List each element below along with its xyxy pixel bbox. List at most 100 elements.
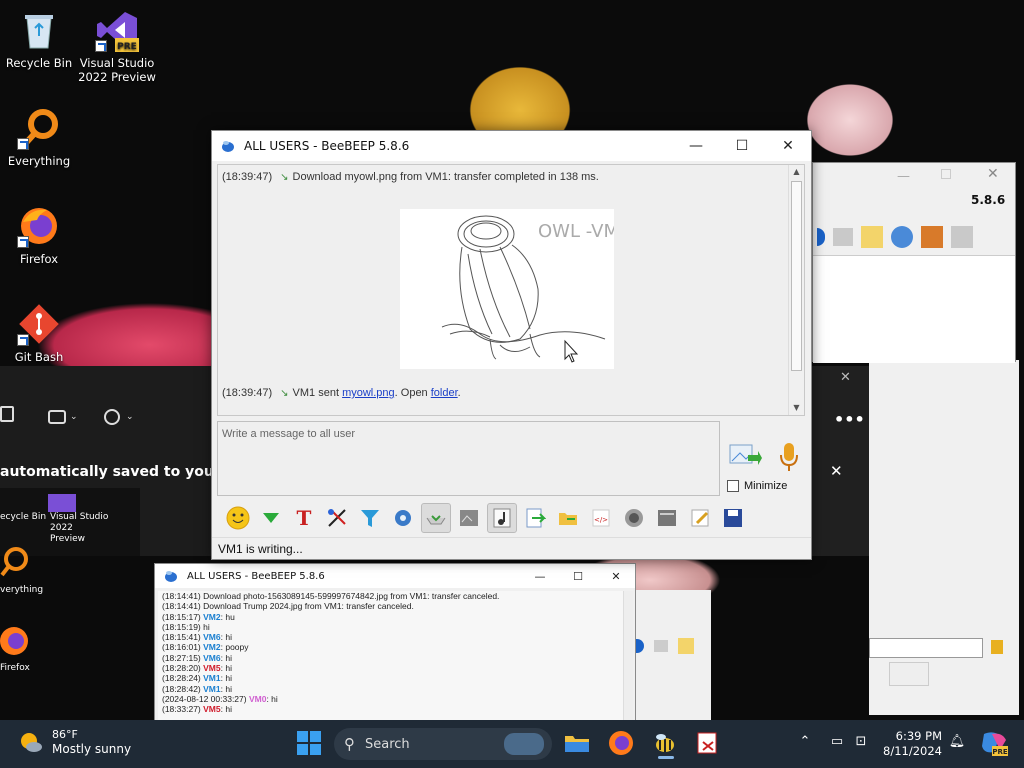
taskbar-clock[interactable]: 6:39 PM 8/11/2024 xyxy=(882,729,942,759)
line-user[interactable]: VM2 xyxy=(203,642,220,652)
line-user[interactable]: VM1 xyxy=(203,684,220,694)
scroll-up-icon[interactable]: ▲ xyxy=(789,165,804,179)
lower-window-titlebar[interactable]: ALL USERS - BeeBEEP 5.8.6 — ☐ ✕ xyxy=(155,564,635,588)
firefox-taskbar-button[interactable] xyxy=(608,730,636,758)
clear-filter-icon[interactable] xyxy=(991,640,1003,654)
desktop-icon-everything[interactable]: Everything xyxy=(0,106,78,168)
folder-link[interactable]: folder xyxy=(431,387,458,399)
beebeep-taskbar-button[interactable] xyxy=(652,730,680,759)
copilot-button[interactable]: PRE xyxy=(980,730,1008,758)
toolbar-icon[interactable] xyxy=(654,640,668,652)
scroll-thumb[interactable] xyxy=(791,181,802,371)
scroll-down-icon[interactable]: ▼ xyxy=(789,401,804,415)
taskbar-search[interactable]: ⚲ Search xyxy=(334,728,552,760)
screenshot-button[interactable] xyxy=(454,503,484,533)
snipping-tool-taskbar-button[interactable] xyxy=(695,730,723,758)
code-button[interactable]: </> xyxy=(586,503,616,533)
notes-button[interactable] xyxy=(685,503,715,533)
shared-image-preview[interactable]: OWL -VM1 xyxy=(400,209,630,369)
chat-scrollbar[interactable]: ▲ ▼ xyxy=(788,165,804,415)
desktop-icon-firefox[interactable]: Firefox xyxy=(0,204,78,266)
scrollbar[interactable] xyxy=(623,591,633,721)
more-options-icon[interactable]: ••• xyxy=(834,410,865,429)
chat-message: (18:39:47) ↘ VM1 sent myowl.png. Open fold… xyxy=(222,387,461,399)
line-user[interactable]: VM5 xyxy=(203,663,220,673)
file-explorer-button[interactable] xyxy=(563,730,591,758)
edit-icon[interactable] xyxy=(861,226,883,248)
line-user[interactable]: VM6 xyxy=(203,653,220,663)
message-input[interactable]: Write a message to all user xyxy=(217,421,720,496)
maximize-button[interactable]: ☐ xyxy=(559,564,597,588)
minimize-button[interactable]: — xyxy=(673,131,719,161)
timer-off-icon[interactable] xyxy=(104,409,120,425)
minimize-checkbox[interactable]: Minimize xyxy=(727,480,787,492)
file-link[interactable]: myowl.png xyxy=(342,387,395,399)
send-file-button[interactable] xyxy=(520,503,550,533)
send-file-button[interactable] xyxy=(728,441,762,471)
desktop-icon-visual-studio[interactable]: PRE Visual Studio 2022 Preview xyxy=(78,8,156,84)
desktop-icon-recycle-bin[interactable]: Recycle Bin xyxy=(0,8,78,70)
network-icon[interactable]: ⊡ xyxy=(852,734,870,752)
more-emoji-button[interactable] xyxy=(256,503,286,533)
video-mode-icon[interactable] xyxy=(0,406,14,422)
chevron-down-icon[interactable]: ⌄ xyxy=(126,412,134,422)
start-button[interactable] xyxy=(296,730,324,758)
filter-input[interactable] xyxy=(869,638,983,658)
send-folder-button[interactable] xyxy=(553,503,583,533)
shortcut-arrow-icon xyxy=(17,138,29,150)
save-button[interactable] xyxy=(718,503,748,533)
notification-bell-icon[interactable]: 🔔︎ xyxy=(948,734,966,752)
checkbox[interactable] xyxy=(727,480,739,492)
display-icon[interactable]: ▭ xyxy=(828,734,846,752)
emoji-button[interactable] xyxy=(223,503,253,533)
voice-message-button[interactable] xyxy=(778,441,800,473)
desktop-icon-label: Git Bash xyxy=(14,350,64,364)
line-user[interactable]: VM0 xyxy=(249,694,266,704)
edit-icon[interactable] xyxy=(678,638,694,654)
background-beebeep-window[interactable]: — ✕ 5.8.6 xyxy=(812,162,1016,363)
line-user[interactable]: VM2 xyxy=(203,612,220,622)
settings-icon[interactable] xyxy=(891,226,913,248)
trash-icon[interactable] xyxy=(951,226,973,248)
status-bar: VM1 is writing... xyxy=(212,537,811,559)
lower-beebeep-window[interactable]: ALL USERS - BeeBEEP 5.8.6 — ☐ ✕ (18:14:4… xyxy=(154,563,636,723)
window-title: ALL USERS - BeeBEEP 5.8.6 xyxy=(187,570,325,582)
toolbar-icon[interactable] xyxy=(833,228,853,246)
font-button[interactable]: T xyxy=(289,503,319,533)
line-text: hi xyxy=(225,704,232,715)
toolbar-icon[interactable] xyxy=(921,226,943,248)
rectangle-mode-icon[interactable] xyxy=(48,410,66,424)
toolbar-icon[interactable] xyxy=(817,228,825,246)
line-user[interactable]: VM1 xyxy=(203,673,220,683)
toolbar-icon[interactable] xyxy=(636,639,644,653)
line-user[interactable]: VM6 xyxy=(203,632,220,642)
minimize-icon[interactable]: — xyxy=(897,169,910,184)
weather-widget[interactable]: 86°F Mostly sunny xyxy=(18,728,131,757)
desktop-icon-git-bash[interactable]: Git Bash xyxy=(0,302,78,364)
bg-button[interactable] xyxy=(889,662,929,686)
close-button[interactable]: ✕ xyxy=(765,131,811,161)
chevron-up-icon[interactable]: ⌃ xyxy=(796,734,814,752)
close-icon[interactable]: ✕ xyxy=(830,462,843,480)
history-button[interactable] xyxy=(652,503,682,533)
maximize-button[interactable]: ☐ xyxy=(719,131,765,161)
git-bash-icon xyxy=(17,302,61,346)
font-color-button[interactable] xyxy=(322,503,352,533)
preview-icon-label: verything xyxy=(0,585,44,595)
close-icon[interactable]: ✕ xyxy=(840,370,851,385)
main-beebeep-window[interactable]: ALL USERS - BeeBEEP 5.8.6 — ☐ ✕ (18:39:4… xyxy=(211,130,812,560)
music-button[interactable] xyxy=(487,503,517,533)
chevron-down-icon[interactable]: ⌄ xyxy=(70,412,78,422)
minimize-button[interactable]: — xyxy=(521,564,559,588)
toggle-button[interactable] xyxy=(421,503,451,533)
maximize-icon[interactable] xyxy=(941,169,951,179)
line-user[interactable]: VM5 xyxy=(203,704,220,714)
close-icon[interactable]: ✕ xyxy=(987,166,999,182)
filter-button[interactable] xyxy=(355,503,385,533)
main-window-titlebar[interactable]: ALL USERS - BeeBEEP 5.8.6 — ☐ ✕ xyxy=(212,131,811,161)
close-button[interactable]: ✕ xyxy=(597,564,635,588)
settings-button[interactable] xyxy=(388,503,418,533)
record-button[interactable] xyxy=(619,503,649,533)
folder-icon xyxy=(559,513,577,525)
line-text: hi xyxy=(225,673,232,684)
